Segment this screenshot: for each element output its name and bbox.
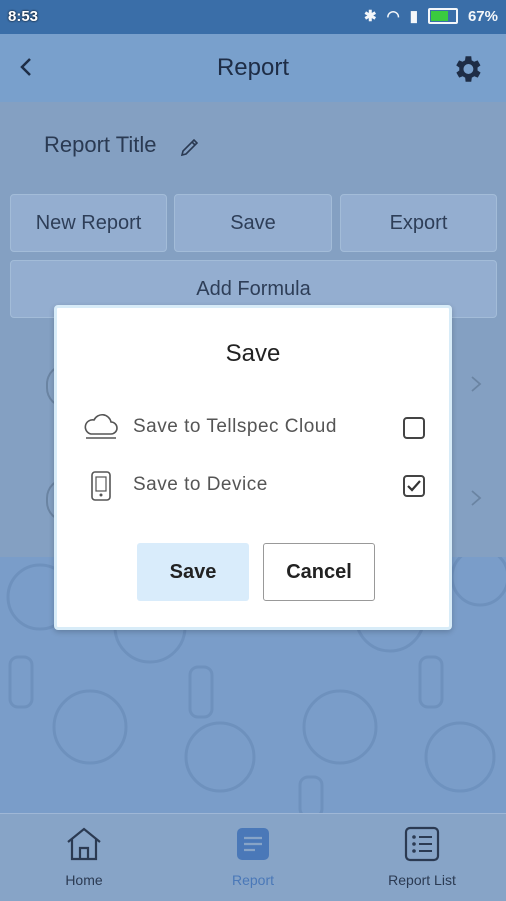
save-device-checkbox[interactable] xyxy=(403,475,425,497)
signal-icon: ▮ xyxy=(409,8,418,25)
page-title: Report xyxy=(216,54,290,81)
report-title: Report Title xyxy=(44,132,157,157)
cloud-icon xyxy=(84,414,118,439)
new-report-button[interactable]: New Report xyxy=(10,194,167,252)
bluetooth-icon: ✱ xyxy=(364,8,377,25)
battery-percent: 67% xyxy=(467,7,498,25)
dialog-cancel-button[interactable]: Cancel xyxy=(263,543,375,601)
pencil-icon[interactable] xyxy=(178,135,202,159)
save-dialog: Save Save to Tellspec Cloud Save to Devi… xyxy=(54,305,452,630)
gear-icon[interactable] xyxy=(450,52,484,86)
nav-report-list[interactable]: Report List xyxy=(338,814,506,901)
nav-report[interactable]: Report xyxy=(169,814,337,901)
dialog-save-button[interactable]: Save xyxy=(137,543,249,601)
battery-icon xyxy=(427,8,458,24)
export-button[interactable]: Export xyxy=(340,194,497,252)
list-icon xyxy=(404,826,440,862)
chevron-right-icon[interactable] xyxy=(466,374,486,394)
app-bar: Report xyxy=(0,34,506,102)
save-report-button[interactable]: Save xyxy=(174,194,332,252)
nav-home[interactable]: Home xyxy=(0,814,168,901)
save-cloud-checkbox[interactable] xyxy=(403,417,425,439)
nav-report-list-label: Report List xyxy=(388,872,456,888)
save-cloud-label: Save to Tellspec Cloud xyxy=(133,416,337,437)
checkmark-icon xyxy=(407,480,421,492)
bottom-navigation: Home Report Report List xyxy=(0,813,506,901)
save-device-label: Save to Device xyxy=(133,474,268,495)
status-bar: 8:53 ✱ ◠ ▮ 67% xyxy=(0,0,506,34)
wifi-icon: ◠ xyxy=(386,8,400,25)
nav-home-label: Home xyxy=(65,872,103,888)
home-icon xyxy=(67,827,101,861)
dialog-title: Save xyxy=(225,340,281,367)
phone-icon xyxy=(91,471,111,501)
status-time: 8:53 xyxy=(8,8,39,25)
report-icon xyxy=(237,828,269,860)
chevron-right-icon[interactable] xyxy=(466,488,486,508)
nav-report-label: Report xyxy=(231,872,275,888)
status-icons: ✱ ◠ ▮ 67% xyxy=(364,7,498,26)
